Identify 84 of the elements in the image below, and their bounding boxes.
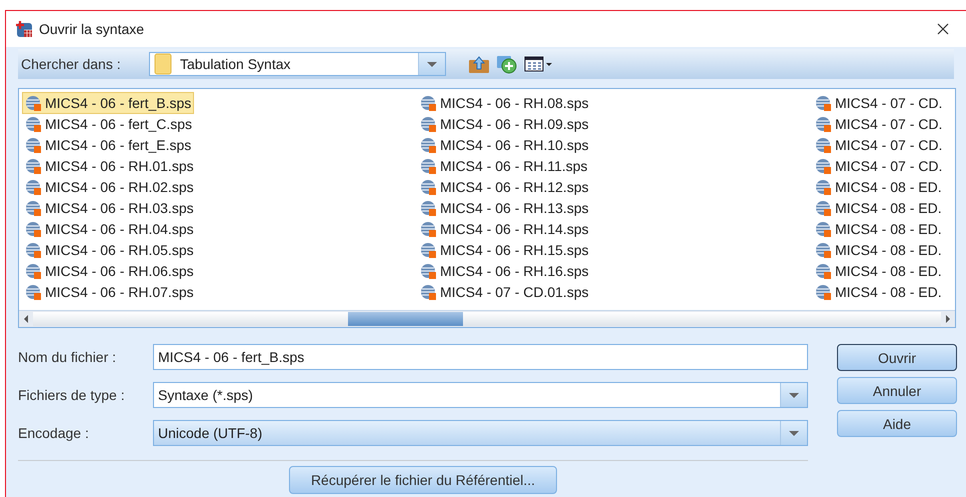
look-in-label: Chercher dans : <box>21 56 122 72</box>
file-item[interactable]: MICS4 - 06 - RH.15.sps <box>417 239 592 261</box>
syntax-file-icon <box>420 242 436 258</box>
file-item[interactable]: MICS4 - 06 - RH.12.sps <box>417 176 592 198</box>
file-item[interactable]: MICS4 - 06 - RH.04.sps <box>22 218 197 240</box>
file-item[interactable]: MICS4 - 07 - CD. <box>812 155 946 177</box>
window-title: Ouvrir la syntaxe <box>39 21 146 37</box>
file-item[interactable]: MICS4 - 08 - ED. <box>812 239 945 261</box>
syntax-file-icon <box>420 116 436 132</box>
syntax-file-icon <box>420 137 436 153</box>
syntax-file-icon <box>815 116 831 132</box>
file-item[interactable]: MICS4 - 06 - RH.01.sps <box>22 155 197 177</box>
syntax-file-icon <box>420 95 436 111</box>
syntax-file-icon <box>420 200 436 216</box>
file-item[interactable]: MICS4 - 06 - RH.11.sps <box>417 155 591 177</box>
syntax-file-icon <box>420 284 436 300</box>
syntax-file-icon <box>25 116 41 132</box>
file-item[interactable]: MICS4 - 06 - RH.13.sps <box>417 197 592 219</box>
field-label: Fichiers de type : <box>18 387 126 403</box>
file-item[interactable]: MICS4 - 08 - ED. <box>812 197 945 219</box>
field-label: Nom du fichier : <box>18 349 118 365</box>
caret-icon <box>788 390 800 400</box>
folder-icon <box>154 53 172 75</box>
syntax-file-icon <box>815 221 831 237</box>
file-item[interactable]: MICS4 - 08 - ED. <box>812 281 945 303</box>
new-folder-icon[interactable] <box>496 54 518 74</box>
syntax-file-icon <box>25 137 41 153</box>
look-in-dropdown[interactable]: Tabulation Syntax <box>149 52 446 76</box>
file-item[interactable]: MICS4 - 08 - ED. <box>812 218 945 240</box>
file-item[interactable]: MICS4 - 07 - CD.01.sps <box>417 281 592 303</box>
file-item[interactable]: MICS4 - 07 - CD. <box>812 134 946 156</box>
syntax-file-icon <box>815 263 831 279</box>
file-item[interactable]: MICS4 - 06 - RH.02.sps <box>22 176 197 198</box>
dialog-button[interactable]: Ouvrir <box>837 344 957 371</box>
file-name-field[interactable]: MICS4 - 06 - fert_B.sps <box>153 344 808 370</box>
caret-icon <box>426 60 438 68</box>
encoding-dropdown[interactable]: Unicode (UTF-8) <box>153 420 808 446</box>
horizontal-scrollbar[interactable] <box>19 310 955 327</box>
syntax-file-icon <box>815 242 831 258</box>
file-type-dropdown[interactable]: Syntaxe (*.sps) <box>153 382 808 408</box>
syntax-file-icon <box>815 158 831 174</box>
syntax-file-icon <box>25 179 41 195</box>
syntax-file-icon <box>25 158 41 174</box>
file-item[interactable]: MICS4 - 06 - fert_B.sps <box>22 92 194 114</box>
syntax-file-icon <box>815 137 831 153</box>
syntax-file-icon <box>25 242 41 258</box>
syntax-file-icon <box>25 284 41 300</box>
up-folder-icon[interactable] <box>468 54 490 74</box>
file-item[interactable]: MICS4 - 06 - RH.10.sps <box>417 134 592 156</box>
file-item[interactable]: MICS4 - 06 - RH.09.sps <box>417 113 592 135</box>
file-item[interactable]: MICS4 - 06 - RH.03.sps <box>22 197 197 219</box>
syntax-file-icon <box>815 179 831 195</box>
syntax-file-icon <box>420 263 436 279</box>
scrollbar-thumb[interactable] <box>348 312 463 326</box>
close-icon <box>937 23 949 35</box>
syntax-file-icon <box>420 179 436 195</box>
syntax-file-icon <box>815 95 831 111</box>
file-item[interactable]: MICS4 - 08 - ED. <box>812 260 945 282</box>
dialog-button[interactable]: Annuler <box>837 377 957 404</box>
syntax-file-icon <box>420 158 436 174</box>
dialog-button[interactable]: Aide <box>837 410 957 437</box>
syntax-file-icon <box>420 221 436 237</box>
syntax-file-icon <box>815 200 831 216</box>
syntax-file-icon <box>815 284 831 300</box>
file-item[interactable]: MICS4 - 07 - CD. <box>812 92 946 114</box>
file-item[interactable]: MICS4 - 08 - ED. <box>812 176 945 198</box>
repository-button[interactable]: Récupérer le fichier du Référentiel... <box>289 466 557 494</box>
file-item[interactable]: MICS4 - 06 - RH.08.sps <box>417 92 592 114</box>
file-item[interactable]: MICS4 - 06 - RH.07.sps <box>22 281 197 303</box>
syntax-file-icon <box>25 95 41 111</box>
file-item[interactable]: MICS4 - 07 - CD. <box>812 113 946 135</box>
caret-icon <box>788 428 800 438</box>
file-item[interactable]: MICS4 - 06 - RH.05.sps <box>22 239 197 261</box>
field-label: Encodage : <box>18 425 90 441</box>
file-item[interactable]: MICS4 - 06 - RH.06.sps <box>22 260 197 282</box>
file-item[interactable]: MICS4 - 06 - RH.16.sps <box>417 260 592 282</box>
syntax-file-icon <box>25 200 41 216</box>
app-icon <box>15 20 33 38</box>
view-menu-icon[interactable] <box>524 55 554 73</box>
syntax-file-icon <box>25 221 41 237</box>
syntax-file-icon <box>25 263 41 279</box>
file-item[interactable]: MICS4 - 06 - fert_E.sps <box>22 134 194 156</box>
file-item[interactable]: MICS4 - 06 - RH.14.sps <box>417 218 592 240</box>
file-item[interactable]: MICS4 - 06 - fert_C.sps <box>22 113 196 135</box>
